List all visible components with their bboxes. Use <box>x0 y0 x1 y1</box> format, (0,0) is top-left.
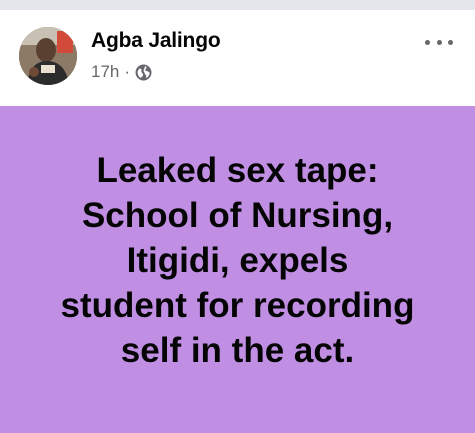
globe-icon[interactable] <box>135 64 152 81</box>
author-name[interactable]: Agba Jalingo <box>91 29 221 53</box>
meta-separator: · <box>124 62 131 81</box>
colored-status-background[interactable]: Leaked sex tape: School of Nursing, Itig… <box>0 106 475 433</box>
post-meta: 17h · <box>91 62 152 82</box>
top-divider <box>0 0 475 10</box>
avatar[interactable] <box>19 27 77 85</box>
more-dot <box>448 39 453 45</box>
post-card: Agba Jalingo 17h · Leaked sex tape: Scho… <box>0 10 475 433</box>
more-options-icon[interactable] <box>425 32 453 52</box>
post-header: Agba Jalingo 17h · <box>0 10 475 106</box>
post-time[interactable]: 17h <box>91 62 119 82</box>
avatar-image <box>19 27 77 85</box>
more-dot <box>436 39 442 45</box>
more-dot <box>425 39 430 45</box>
status-text: Leaked sex tape: School of Nursing, Itig… <box>60 151 415 370</box>
